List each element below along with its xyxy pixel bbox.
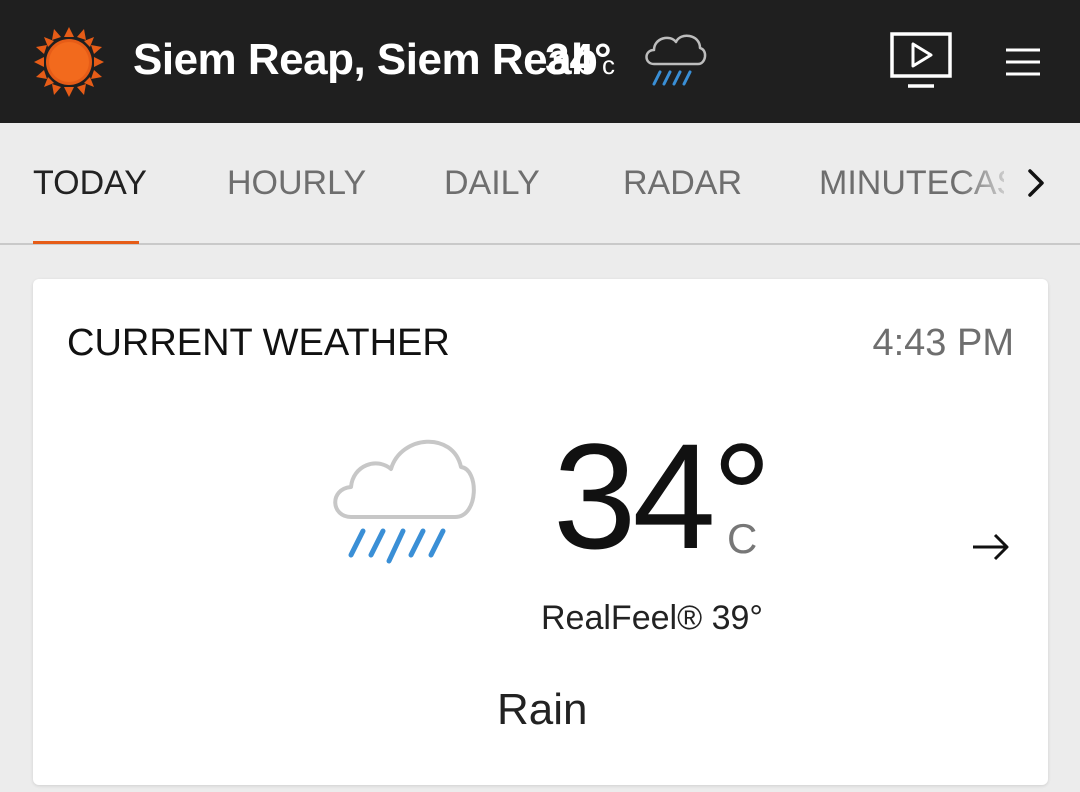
tab-overflow-fade — [960, 153, 1020, 213]
active-tab-indicator — [33, 241, 139, 244]
rain-cloud-icon — [645, 34, 707, 86]
hamburger-menu-icon[interactable] — [1000, 44, 1044, 80]
tab-bar: TODAY HOURLY DAILY RADAR MINUTECAST — [0, 123, 1080, 245]
app-header: Siem Reap, Siem Reab 34° c — [0, 0, 1080, 123]
rain-cloud-icon — [333, 439, 476, 564]
sun-icon — [34, 27, 104, 97]
tab-radar[interactable]: RADAR — [623, 163, 742, 203]
arrow-right-icon[interactable] — [969, 529, 1013, 565]
current-weather-card[interactable]: CURRENT WEATHER 4:43 PM 34° C RealFeel® … — [33, 279, 1048, 785]
tab-hourly[interactable]: HOURLY — [227, 163, 366, 203]
tab-daily[interactable]: DAILY — [444, 163, 540, 203]
realfeel-temperature: RealFeel® 39° — [541, 599, 763, 637]
observation-time: 4:43 PM — [872, 322, 1014, 364]
location-name[interactable]: Siem Reap, Siem Reab — [133, 32, 598, 88]
tab-today[interactable]: TODAY — [33, 163, 147, 203]
video-play-icon[interactable] — [886, 28, 956, 94]
header-temperature-unit: c — [602, 50, 615, 80]
condition-text: Rain — [497, 685, 588, 734]
current-temperature-unit: C — [727, 515, 758, 562]
chevron-right-icon[interactable] — [1022, 165, 1052, 201]
card-title: CURRENT WEATHER — [67, 322, 450, 364]
